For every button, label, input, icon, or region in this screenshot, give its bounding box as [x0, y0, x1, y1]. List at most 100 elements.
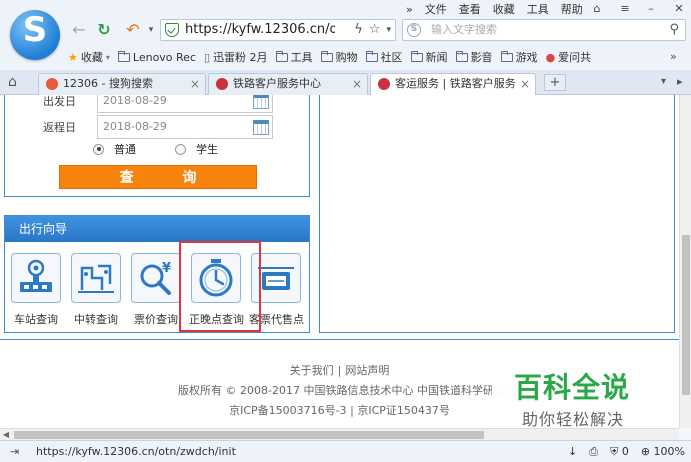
- star-icon[interactable]: ☆: [369, 20, 381, 40]
- tab-scroll-icon[interactable]: ▸: [677, 75, 683, 88]
- address-dropdown-icon[interactable]: ▾: [386, 20, 391, 40]
- search-engine-icon[interactable]: S: [407, 23, 421, 37]
- menu-tools[interactable]: 工具: [521, 2, 555, 18]
- search-icon[interactable]: ⚲: [669, 22, 679, 37]
- bookmark-lenovo[interactable]: Lenovo Rec: [117, 50, 196, 64]
- home-icon[interactable]: ⌂: [8, 74, 17, 90]
- tab-railway-service[interactable]: 铁路客户服务中心 ×: [208, 73, 368, 95]
- address-text[interactable]: https://kyfw.12306.cn/otr: [185, 20, 335, 40]
- depart-date-input[interactable]: 2018-08-29: [97, 95, 273, 113]
- watermark-subtitle: 助你轻松解决: [522, 410, 625, 429]
- skin-icon[interactable]: ⌂: [589, 2, 605, 16]
- radio-student[interactable]: 学生: [175, 141, 218, 157]
- transfer-icon[interactable]: [71, 253, 121, 303]
- iask-icon: ●: [545, 50, 556, 64]
- menu-view[interactable]: 查看: [453, 2, 487, 18]
- bookmark-tools[interactable]: 工具: [275, 49, 313, 65]
- bookmark-xunlei[interactable]: ▯ 迅雷粉 2月: [204, 49, 268, 65]
- highlight-box: [179, 241, 261, 332]
- guide-price-query[interactable]: ¥ 票价查询: [129, 253, 183, 327]
- minimize-icon[interactable]: –: [643, 2, 659, 16]
- print-icon[interactable]: ⎙: [589, 441, 598, 462]
- menu-file[interactable]: 文件: [419, 2, 453, 18]
- lightning-icon[interactable]: ϟ: [354, 20, 363, 40]
- bookmark-favorites[interactable]: ★ 收藏 ▾: [68, 49, 110, 65]
- menu-help[interactable]: 帮助: [555, 2, 589, 18]
- tab-list-icon[interactable]: ▾: [661, 76, 666, 87]
- vertical-scrollbar[interactable]: [679, 95, 691, 428]
- close-tab-icon[interactable]: ×: [352, 74, 362, 94]
- footer-link-about[interactable]: 关于我们: [286, 364, 338, 377]
- search-box[interactable]: S 输入文字搜索 ⚲: [402, 19, 686, 41]
- bookmark-games[interactable]: 游戏: [500, 49, 538, 65]
- railway-favicon-icon: [216, 78, 228, 90]
- refresh-icon[interactable]: ↻: [95, 21, 113, 39]
- watermark-title: 百科全说: [514, 371, 631, 404]
- zoom-control[interactable]: ⊕ 100%: [641, 441, 685, 462]
- horizontal-scroll-thumb[interactable]: [14, 431, 484, 439]
- menu-icon[interactable]: ≡: [617, 2, 633, 16]
- folder-icon: [365, 50, 378, 62]
- bookmark-iask[interactable]: ● 爱问共: [546, 49, 592, 65]
- bookmark-media[interactable]: 影音: [455, 49, 493, 65]
- undo-icon[interactable]: ↶: [124, 21, 142, 39]
- folder-icon: [320, 50, 333, 62]
- footer-copyright: 版权所有 © 2008-2017 中国铁路信息技术中心 中国铁道科学研究院: [178, 384, 516, 397]
- query-button[interactable]: 查 询: [59, 165, 257, 189]
- station-icon[interactable]: [11, 253, 61, 303]
- radio-unchecked-icon[interactable]: [175, 143, 186, 155]
- calendar-icon[interactable]: [253, 120, 269, 135]
- page-icon: ▯: [204, 50, 211, 64]
- search-placeholder: 输入文字搜索: [431, 23, 497, 36]
- tab-label: 客运服务 | 铁路客户服务: [395, 77, 516, 90]
- back-icon[interactable]: ←: [70, 21, 88, 39]
- return-date-row: 返程日 2018-08-29: [5, 115, 305, 139]
- address-bar[interactable]: https://kyfw.12306.cn/otr ϟ ☆ ▾: [160, 19, 396, 41]
- status-url: https://kyfw.12306.cn/otn/zwdch/init: [36, 445, 236, 458]
- bookmark-shopping[interactable]: 购物: [320, 49, 358, 65]
- bookmark-news[interactable]: 新闻: [410, 49, 448, 65]
- travel-guide-panel: 出行向导 车站查询 中转查询 ¥ 票价查询 正晚点查询 客票代售点: [4, 215, 310, 333]
- guide-transfer-query[interactable]: 中转查询: [69, 253, 123, 327]
- svg-text:¥: ¥: [162, 261, 171, 276]
- tab-passenger-service[interactable]: 客运服务 | 铁路客户服务 ×: [370, 73, 536, 96]
- tab-label: 12306 - 搜狗搜索: [63, 77, 153, 90]
- download-icon[interactable]: ↓: [568, 441, 577, 462]
- bookmarks-bar: ★ 收藏 ▾ Lenovo Rec ▯ 迅雷粉 2月 工具 购物 社区 新闻 影音 游…: [68, 47, 591, 67]
- sidebar-toggle-icon[interactable]: ⇥: [10, 445, 19, 458]
- railway-favicon-icon: [378, 78, 390, 90]
- bookmarks-more-icon[interactable]: »: [670, 50, 677, 63]
- calendar-icon[interactable]: [253, 95, 269, 109]
- bookmark-community[interactable]: 社区: [365, 49, 403, 65]
- tab-label: 铁路客户服务中心: [233, 77, 321, 90]
- close-tab-icon[interactable]: ×: [520, 74, 530, 94]
- sogou-browser-logo[interactable]: S: [10, 10, 60, 60]
- price-search-icon[interactable]: ¥: [131, 253, 181, 303]
- security-status[interactable]: ⛨ 0: [610, 441, 629, 462]
- folder-icon: [410, 50, 423, 62]
- horizontal-scrollbar[interactable]: ◀: [0, 428, 679, 440]
- ticket-query-form: 出发日 2018-08-29 返程日 2018-08-29 普通 学生 查 询: [4, 95, 310, 197]
- baike-watermark: 百科全说 助你轻松解决: [492, 352, 666, 438]
- star-icon: ★: [68, 50, 78, 64]
- new-tab-button[interactable]: +: [544, 74, 566, 91]
- close-window-icon[interactable]: ✕: [671, 2, 687, 16]
- travel-guide-title: 出行向导: [5, 216, 309, 242]
- tab-bar: ⌂ 12306 - 搜狗搜索 × 铁路客户服务中心 × 客运服务 | 铁路客户服…: [0, 70, 691, 96]
- expand-menu-icon[interactable]: »: [400, 2, 419, 18]
- status-bar: ⇥ https://kyfw.12306.cn/otn/zwdch/init ↓…: [0, 440, 691, 462]
- folder-icon: [117, 50, 130, 62]
- guide-label: 中转查询: [74, 313, 118, 326]
- folder-icon: [275, 50, 288, 62]
- radio-normal[interactable]: 普通: [93, 141, 136, 157]
- return-date-input[interactable]: 2018-08-29: [97, 115, 273, 139]
- undo-dropdown-icon[interactable]: ▾: [142, 21, 160, 39]
- folder-icon: [455, 50, 468, 62]
- vertical-scroll-thumb[interactable]: [682, 235, 690, 395]
- menu-favorites[interactable]: 收藏: [487, 2, 521, 18]
- footer-link-statement[interactable]: 网站声明: [341, 364, 393, 377]
- guide-station-query[interactable]: 车站查询: [9, 253, 63, 327]
- radio-checked-icon[interactable]: [93, 143, 104, 155]
- tab-sogou-search[interactable]: 12306 - 搜狗搜索 ×: [38, 73, 206, 95]
- close-tab-icon[interactable]: ×: [190, 74, 200, 94]
